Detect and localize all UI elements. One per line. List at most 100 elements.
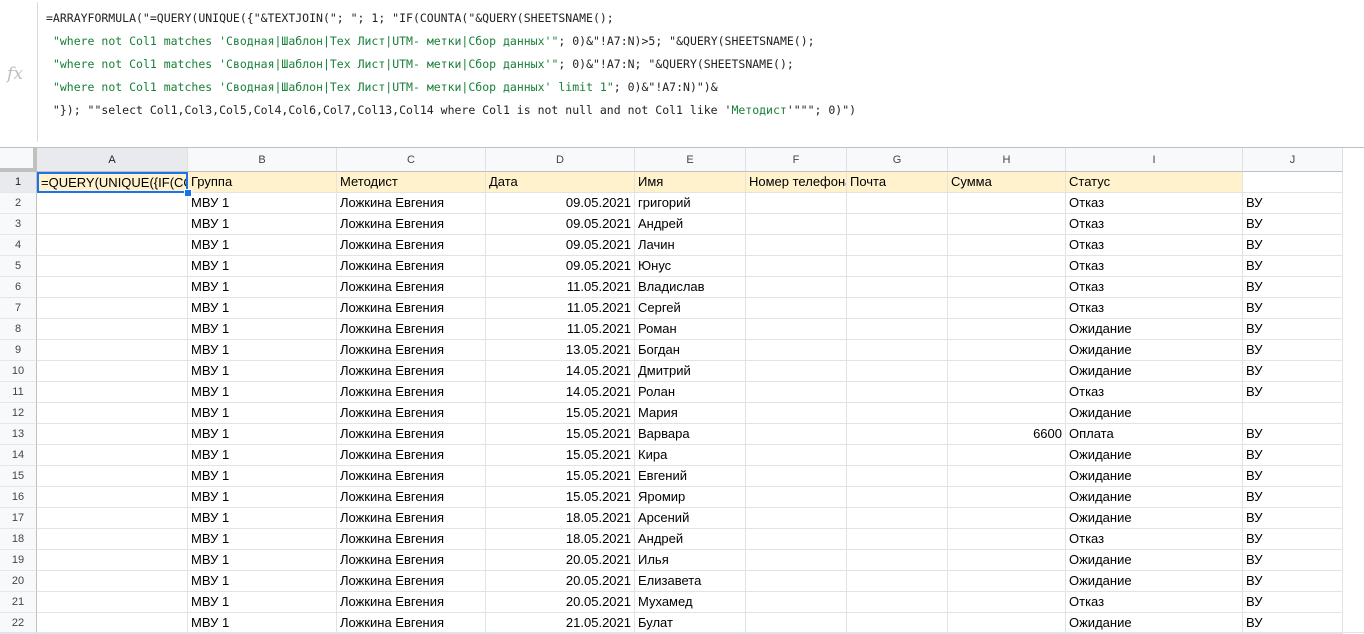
table-cell[interactable] [746,382,847,403]
row-header[interactable]: 18 [0,529,37,550]
table-cell[interactable]: Отказ [1066,382,1243,403]
table-cell[interactable]: МВУ 1 [188,424,337,445]
table-cell[interactable]: МВУ 1 [188,298,337,319]
table-cell[interactable]: Отказ [1066,235,1243,256]
table-cell[interactable]: Ожидание [1066,487,1243,508]
table-cell[interactable]: ВУ [1243,319,1343,340]
table-cell[interactable] [847,550,948,571]
table-cell[interactable]: Дмитрий [635,361,746,382]
table-cell[interactable] [746,529,847,550]
table-cell[interactable] [948,445,1066,466]
table-cell[interactable]: ВУ [1243,571,1343,592]
table-cell[interactable] [948,277,1066,298]
table-cell[interactable]: Ложкина Евгения [337,571,486,592]
table-cell[interactable] [746,256,847,277]
table-cell[interactable]: Яромир [635,487,746,508]
table-cell[interactable] [847,508,948,529]
table-cell[interactable]: Ложкина Евгения [337,487,486,508]
table-cell[interactable] [746,403,847,424]
row-header[interactable]: 22 [0,613,37,634]
table-cell[interactable]: 13.05.2021 [486,340,635,361]
table-cell[interactable]: Ролан [635,382,746,403]
table-cell[interactable]: ВУ [1243,529,1343,550]
table-cell[interactable]: ВУ [1243,193,1343,214]
table-cell[interactable]: 20.05.2021 [486,592,635,613]
table-cell[interactable]: Отказ [1066,298,1243,319]
table-cell[interactable] [847,193,948,214]
table-cell[interactable]: Ложкина Евгения [337,193,486,214]
table-cell[interactable] [37,487,188,508]
table-cell[interactable] [37,235,188,256]
table-cell[interactable] [948,361,1066,382]
table-cell[interactable] [948,298,1066,319]
table-cell[interactable] [746,466,847,487]
table-cell[interactable] [746,550,847,571]
table-cell[interactable] [948,529,1066,550]
header-cell[interactable]: Группа [188,172,337,193]
table-cell[interactable]: Юнус [635,256,746,277]
table-cell[interactable]: Мария [635,403,746,424]
header-cell[interactable]: Почта [847,172,948,193]
table-cell[interactable] [37,319,188,340]
table-cell[interactable] [948,592,1066,613]
table-cell[interactable]: Ожидание [1066,508,1243,529]
row-header[interactable]: 8 [0,319,37,340]
table-cell[interactable] [948,487,1066,508]
table-cell[interactable]: Ложкина Евгения [337,445,486,466]
table-cell[interactable]: Ожидание [1066,340,1243,361]
table-cell[interactable]: ВУ [1243,424,1343,445]
table-cell[interactable]: Ложкина Евгения [337,529,486,550]
table-cell[interactable]: ВУ [1243,445,1343,466]
table-cell[interactable] [37,550,188,571]
table-cell[interactable]: Ложкина Евгения [337,319,486,340]
header-cell[interactable]: Сумма [948,172,1066,193]
table-cell[interactable]: МВУ 1 [188,487,337,508]
table-cell[interactable] [847,466,948,487]
row-header[interactable]: 10 [0,361,37,382]
table-cell[interactable]: Арсений [635,508,746,529]
table-cell[interactable]: Ожидание [1066,613,1243,634]
table-cell[interactable]: 20.05.2021 [486,571,635,592]
table-cell[interactable]: МВУ 1 [188,508,337,529]
table-cell[interactable]: ВУ [1243,382,1343,403]
table-cell[interactable] [746,193,847,214]
table-cell[interactable]: Ложкина Евгения [337,256,486,277]
table-cell[interactable]: МВУ 1 [188,571,337,592]
row-header[interactable]: 11 [0,382,37,403]
table-cell[interactable] [746,277,847,298]
header-cell[interactable]: Номер телефона [746,172,847,193]
table-cell[interactable]: Ожидание [1066,403,1243,424]
table-cell[interactable]: 15.05.2021 [486,424,635,445]
table-cell[interactable]: Ожидание [1066,571,1243,592]
column-header-a[interactable]: A [37,148,188,172]
table-cell[interactable]: ВУ [1243,508,1343,529]
table-cell[interactable]: Елизавета [635,571,746,592]
table-cell[interactable] [37,340,188,361]
table-cell[interactable]: МВУ 1 [188,403,337,424]
table-cell[interactable]: МВУ 1 [188,529,337,550]
table-cell[interactable]: Ложкина Евгения [337,298,486,319]
row-header[interactable]: 4 [0,235,37,256]
select-all-corner[interactable] [0,148,37,172]
table-cell[interactable]: Ложкина Евгения [337,340,486,361]
table-cell[interactable] [948,256,1066,277]
table-cell[interactable]: МВУ 1 [188,256,337,277]
table-cell[interactable] [948,340,1066,361]
table-cell[interactable] [847,403,948,424]
table-cell[interactable]: ВУ [1243,361,1343,382]
table-cell[interactable]: ВУ [1243,613,1343,634]
table-cell[interactable]: 20.05.2021 [486,550,635,571]
table-cell[interactable] [948,466,1066,487]
table-cell[interactable] [746,319,847,340]
table-cell[interactable]: 21.05.2021 [486,613,635,634]
table-cell[interactable] [847,445,948,466]
row-header[interactable]: 2 [0,193,37,214]
row-header[interactable]: 6 [0,277,37,298]
table-cell[interactable]: Оплата [1066,424,1243,445]
table-cell[interactable]: Сергей [635,298,746,319]
row-header[interactable]: 7 [0,298,37,319]
table-cell[interactable]: 6600 [948,424,1066,445]
row-header[interactable]: 3 [0,214,37,235]
row-header[interactable]: 13 [0,424,37,445]
table-cell[interactable]: МВУ 1 [188,277,337,298]
